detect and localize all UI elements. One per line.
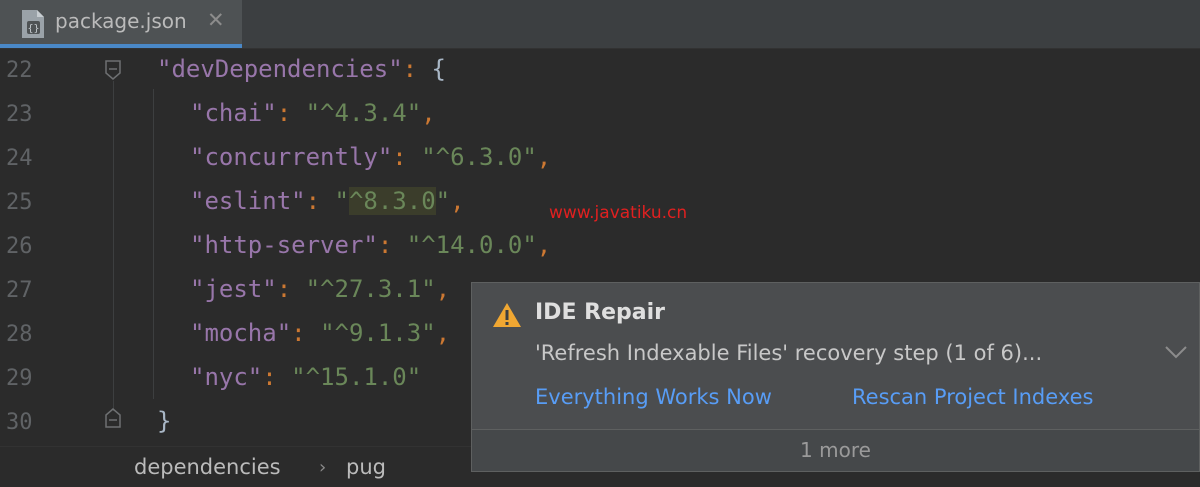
- code-line-25: "eslint": "^8.3.0",: [190, 187, 465, 215]
- brace: {: [431, 55, 446, 83]
- comma: ,: [450, 187, 465, 215]
- json-key: "jest": [190, 275, 277, 303]
- fold-guide: [113, 81, 114, 411]
- line-number: 24: [6, 146, 33, 171]
- tab-title: package.json: [55, 9, 187, 33]
- json-value: "^14.0.0": [406, 231, 537, 259]
- json-file-icon: {}: [22, 10, 44, 38]
- code-line-23: "chai": "^4.3.4",: [190, 99, 436, 127]
- code-line-22: "devDependencies": {: [157, 55, 446, 83]
- colon: :: [291, 319, 321, 347]
- colon: :: [276, 99, 306, 127]
- json-key: "concurrently": [190, 143, 393, 171]
- tab-package-json[interactable]: {} package.json ✕: [0, 0, 242, 48]
- comma: ,: [536, 231, 552, 259]
- code-line-28: "mocha": "^9.1.3",: [190, 319, 450, 347]
- breadcrumb-item-dependencies[interactable]: dependencies: [134, 455, 281, 479]
- json-key: "eslint": [190, 187, 306, 215]
- watermark-text: www.javatiku.cn: [549, 203, 688, 223]
- chevron-down-icon[interactable]: [1164, 344, 1188, 360]
- line-number: 29: [6, 366, 33, 391]
- code-line-24: "concurrently": "^6.3.0",: [190, 143, 551, 171]
- indent-guide: [153, 89, 154, 399]
- everything-works-now-link[interactable]: Everything Works Now: [535, 385, 772, 409]
- line-number: 30: [6, 410, 33, 435]
- json-key: "devDependencies": [157, 55, 403, 83]
- rescan-project-indexes-link[interactable]: Rescan Project Indexes: [852, 385, 1093, 409]
- json-value: "^15.1.0": [291, 363, 422, 391]
- code-line-26: "http-server": "^14.0.0",: [190, 231, 551, 259]
- code-line-27: "jest": "^27.3.1",: [190, 275, 450, 303]
- colon: :: [377, 231, 407, 259]
- breadcrumb-separator: ›: [319, 457, 327, 478]
- colon: :: [276, 275, 306, 303]
- comma: ,: [435, 319, 451, 347]
- json-value: "^4.3.4": [305, 99, 422, 127]
- close-icon[interactable]: ✕: [207, 8, 225, 32]
- colon: :: [392, 143, 422, 171]
- quote: ": [435, 187, 451, 215]
- json-key: "chai": [190, 99, 277, 127]
- line-number: 23: [6, 102, 33, 127]
- json-value: "^6.3.0": [421, 143, 537, 171]
- warning-icon: [493, 303, 521, 327]
- line-number: 28: [6, 322, 33, 347]
- notification-title: IDE Repair: [535, 300, 665, 325]
- code-line-30: }: [157, 407, 171, 435]
- svg-text:{}: {}: [27, 24, 39, 35]
- comma: ,: [536, 143, 552, 171]
- breadcrumb-item-pug[interactable]: pug: [346, 455, 386, 479]
- fold-collapse-icon[interactable]: [104, 60, 122, 80]
- json-key: "mocha": [190, 319, 292, 347]
- line-number: 26: [6, 234, 33, 259]
- colon: :: [402, 55, 432, 83]
- line-number: 22: [6, 58, 33, 83]
- colon: :: [262, 363, 292, 391]
- json-key: "nyc": [190, 363, 263, 391]
- json-value: "^27.3.1": [305, 275, 436, 303]
- code-line-29: "nyc": "^15.1.0": [190, 363, 421, 391]
- comma: ,: [421, 99, 436, 127]
- ide-repair-notification: IDE Repair 'Refresh Indexable Files' rec…: [471, 282, 1200, 472]
- json-key: "http-server": [190, 231, 378, 259]
- editor-tab-bar: {} package.json ✕: [0, 0, 1200, 49]
- notification-message: 'Refresh Indexable Files' recovery step …: [535, 341, 1043, 365]
- more-notifications-button[interactable]: 1 more: [472, 430, 1199, 471]
- colon: :: [305, 187, 335, 215]
- active-tab-indicator: [0, 44, 242, 48]
- brace: }: [157, 407, 172, 435]
- highlighted-value: ^8.3.0: [348, 187, 436, 215]
- line-number: 27: [6, 278, 33, 303]
- line-number: 25: [6, 190, 33, 215]
- fold-end-icon[interactable]: [104, 408, 122, 428]
- comma: ,: [435, 275, 451, 303]
- json-value: "^9.1.3": [320, 319, 436, 347]
- quote: ": [334, 187, 349, 215]
